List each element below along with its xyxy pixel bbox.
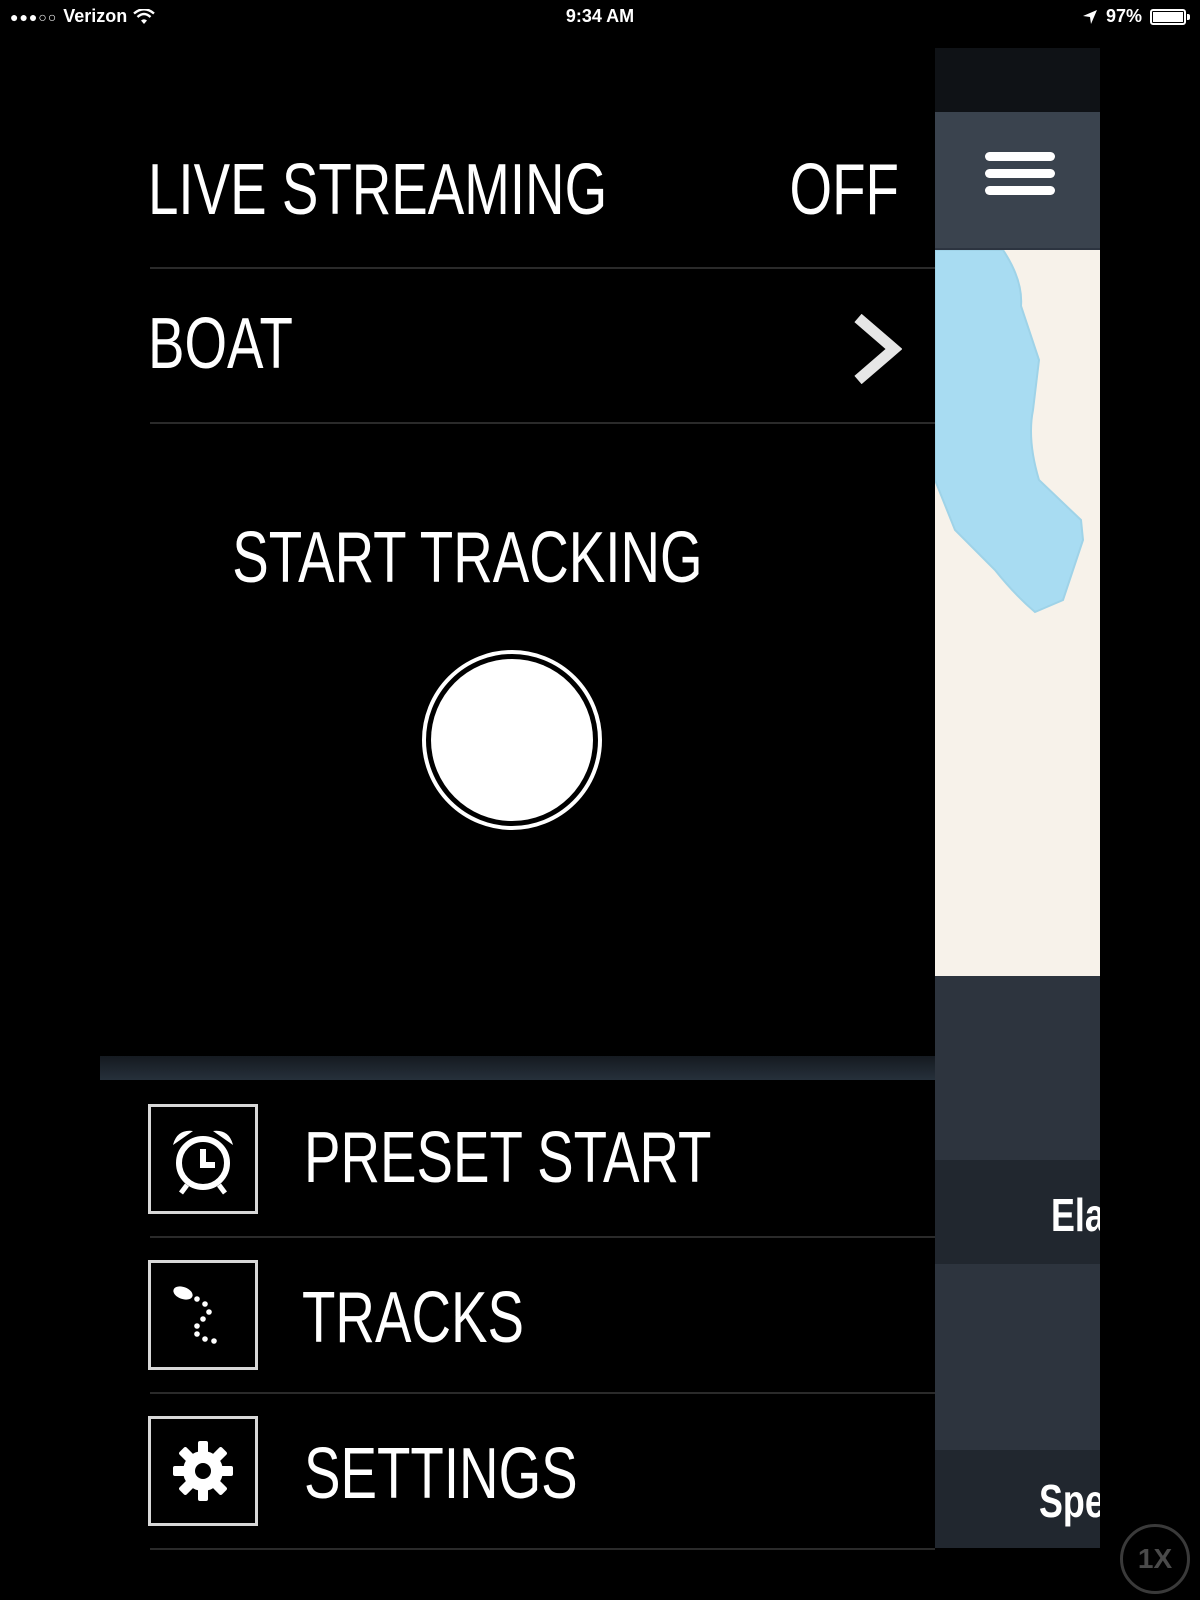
map-view[interactable]: al [935,250,1100,1164]
top-strip [935,48,1100,112]
location-arrow-icon [1082,9,1097,24]
divider [150,267,935,269]
start-tracking-label: START TRACKING [232,518,703,598]
record-circle [431,659,593,821]
speed-multiplier-button[interactable]: 1X [1120,1524,1190,1594]
stat-speed-label: Spe [1039,1475,1100,1527]
background-screen[interactable]: al Ela Spe [935,48,1100,1548]
battery-icon [1150,8,1190,25]
water-body [935,250,1085,614]
divider [150,422,935,424]
panel-section [935,1264,1100,1450]
hamburger-menu-icon[interactable] [985,152,1055,203]
menu-item-label: PRESET START [304,1118,712,1198]
alarm-clock-icon [148,1104,258,1214]
menu-item-preset-start[interactable]: PRESET START [0,1100,935,1220]
start-tracking-title: START TRACKING [0,522,935,594]
gear-icon [148,1416,258,1526]
side-menu: LIVE STREAMING OFF BOAT START TRACKING P… [0,0,935,1600]
menu-item-settings[interactable]: SETTINGS [0,1414,935,1534]
menu-item-label: TRACKS [302,1278,524,1358]
chevron-right-icon[interactable] [848,314,902,384]
menu-item-tracks[interactable]: TRACKS [0,1258,935,1378]
live-streaming-row[interactable]: LIVE STREAMING OFF [0,150,935,230]
stat-elapsed-label: Ela [1051,1189,1100,1241]
divider [150,1392,935,1394]
divider [150,1236,935,1238]
section-separator [100,1056,935,1080]
panel-section [935,976,1100,1160]
live-streaming-label: LIVE STREAMING [148,150,608,230]
divider [150,1548,935,1550]
start-tracking-button[interactable] [422,650,602,830]
battery-percent: 97% [1105,6,1142,26]
tracks-icon [148,1260,258,1370]
stat-speed: Spe [935,1450,1100,1548]
boat-row[interactable]: BOAT [0,300,935,390]
status-right: 97% [1082,6,1190,27]
menu-item-label: SETTINGS [304,1434,578,1514]
map-header [935,112,1100,248]
stat-elapsed: Ela [935,1160,1100,1264]
boat-label: BOAT [148,304,293,384]
live-streaming-toggle[interactable]: OFF [790,154,899,226]
